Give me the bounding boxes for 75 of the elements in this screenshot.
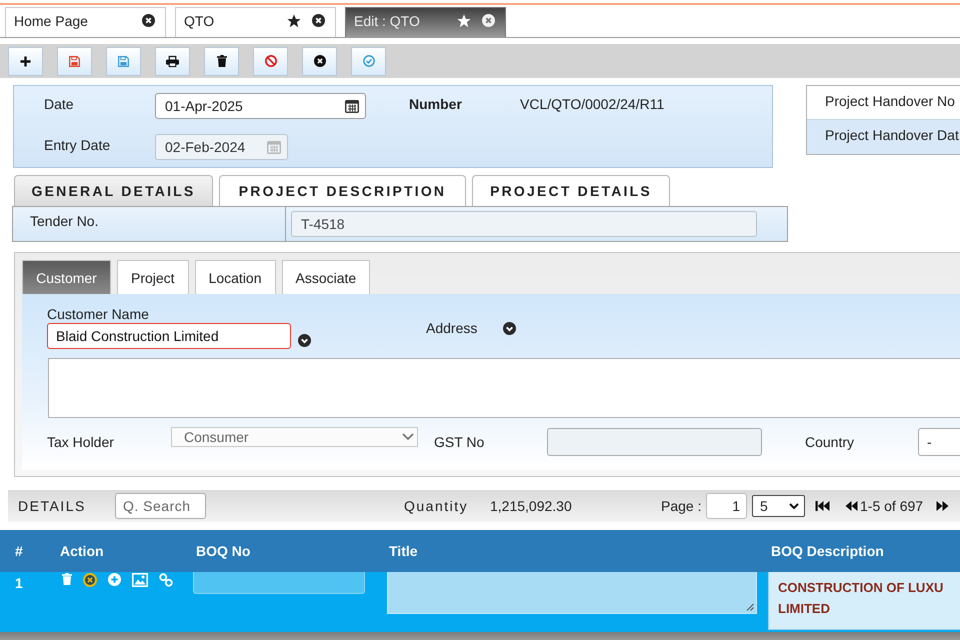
- title-field[interactable]: [387, 572, 757, 614]
- section-tab[interactable]: PROJECT DETAILS: [472, 175, 670, 206]
- row-number: 1: [15, 575, 23, 591]
- add-button[interactable]: [8, 46, 43, 76]
- column-header[interactable]: BOQ Description: [771, 543, 884, 559]
- page-label: Page :: [661, 498, 702, 514]
- plus-icon[interactable]: [20, 56, 31, 66]
- chevron-down-icon[interactable]: [503, 322, 516, 334]
- ring-x-icon[interactable]: [83, 573, 97, 587]
- next-page-icon[interactable]: [936, 500, 949, 512]
- address-field[interactable]: [48, 358, 960, 418]
- print-button[interactable]: [155, 46, 190, 76]
- check-circle-icon[interactable]: [362, 55, 374, 67]
- customer-name-label: Customer Name: [47, 306, 150, 322]
- star-icon[interactable]: [457, 14, 471, 28]
- chevron-down-icon[interactable]: [789, 502, 799, 510]
- save-button[interactable]: [57, 46, 92, 76]
- chevron-down-icon[interactable]: [298, 334, 311, 346]
- tender-field[interactable]: T-4518: [291, 211, 757, 237]
- link-icon[interactable]: [159, 573, 173, 587]
- page-number-field[interactable]: 1: [706, 493, 747, 519]
- saveas-button[interactable]: [106, 46, 141, 76]
- address-label: Address: [426, 320, 478, 336]
- star-icon[interactable]: [287, 14, 301, 28]
- entry-date-label: Entry Date: [44, 136, 112, 153]
- document-tab[interactable]: Home Page: [5, 7, 166, 37]
- country-label: Country: [805, 434, 856, 450]
- section-tab[interactable]: GENERAL DETAILS: [14, 175, 213, 206]
- delete-button[interactable]: [204, 46, 239, 76]
- image-icon[interactable]: [132, 573, 148, 587]
- trash-icon[interactable]: [216, 55, 226, 67]
- close-icon[interactable]: [142, 14, 155, 27]
- boq-description-text: CONSTRUCTION OF LUXU LIMITED: [778, 579, 944, 618]
- customer-tab[interactable]: Associate: [282, 260, 370, 294]
- country-field[interactable]: -: [918, 428, 960, 456]
- section-tab[interactable]: PROJECT DESCRIPTION: [219, 175, 466, 206]
- date-field[interactable]: 01-Apr-2025: [155, 93, 366, 119]
- plus-circle-icon[interactable]: [108, 573, 121, 586]
- previous-page-icon[interactable]: [845, 500, 858, 512]
- number-label: Number: [409, 95, 463, 112]
- quantity-label: Quantity: [404, 498, 470, 514]
- approve-button[interactable]: [351, 46, 386, 76]
- handover-item[interactable]: Project Handover Dat: [807, 119, 960, 154]
- column-header[interactable]: #: [15, 543, 23, 559]
- boq-no-field[interactable]: [193, 572, 365, 594]
- printer-icon[interactable]: [166, 54, 179, 68]
- close-icon[interactable]: [312, 14, 325, 27]
- date-label: Date: [44, 95, 75, 112]
- first-page-icon[interactable]: [815, 500, 830, 512]
- gst-no-label: GST No: [434, 434, 486, 450]
- tax-holder-label: Tax Holder: [47, 434, 115, 450]
- column-header[interactable]: Action: [60, 543, 104, 559]
- resize-handle-icon[interactable]: [746, 603, 754, 611]
- column-header[interactable]: BOQ No: [196, 543, 250, 559]
- column-header[interactable]: Title: [389, 543, 418, 559]
- document-tab[interactable]: QTO: [175, 7, 336, 37]
- page-size-select[interactable]: 5: [752, 495, 805, 517]
- details-title: DETAILS: [18, 498, 87, 514]
- page-range: 1-5 of 697: [860, 498, 924, 514]
- tender-label: Tender No.: [30, 213, 98, 229]
- close-icon[interactable]: [314, 55, 326, 67]
- calendar-icon[interactable]: [345, 99, 359, 113]
- quantity-value: 1,215,092.30: [490, 498, 573, 514]
- customer-name-field[interactable]: Blaid Construction Limited: [47, 323, 291, 349]
- ban-icon[interactable]: [264, 55, 276, 67]
- number-value: VCL/QTO/0002/24/R11: [520, 95, 666, 112]
- cancel-button[interactable]: [253, 46, 288, 76]
- document-tab[interactable]: Edit : QTO: [345, 7, 506, 37]
- close-button[interactable]: [302, 46, 337, 76]
- customer-tab[interactable]: Location: [194, 260, 276, 294]
- customer-tab[interactable]: Customer: [22, 260, 111, 294]
- customer-tab[interactable]: Project: [117, 260, 189, 294]
- close-icon[interactable]: [482, 14, 495, 27]
- table-row[interactable]: 1 CONSTRUCTION OF LUXU LIMITED: [0, 572, 960, 632]
- search-field[interactable]: Q. Search: [115, 493, 206, 519]
